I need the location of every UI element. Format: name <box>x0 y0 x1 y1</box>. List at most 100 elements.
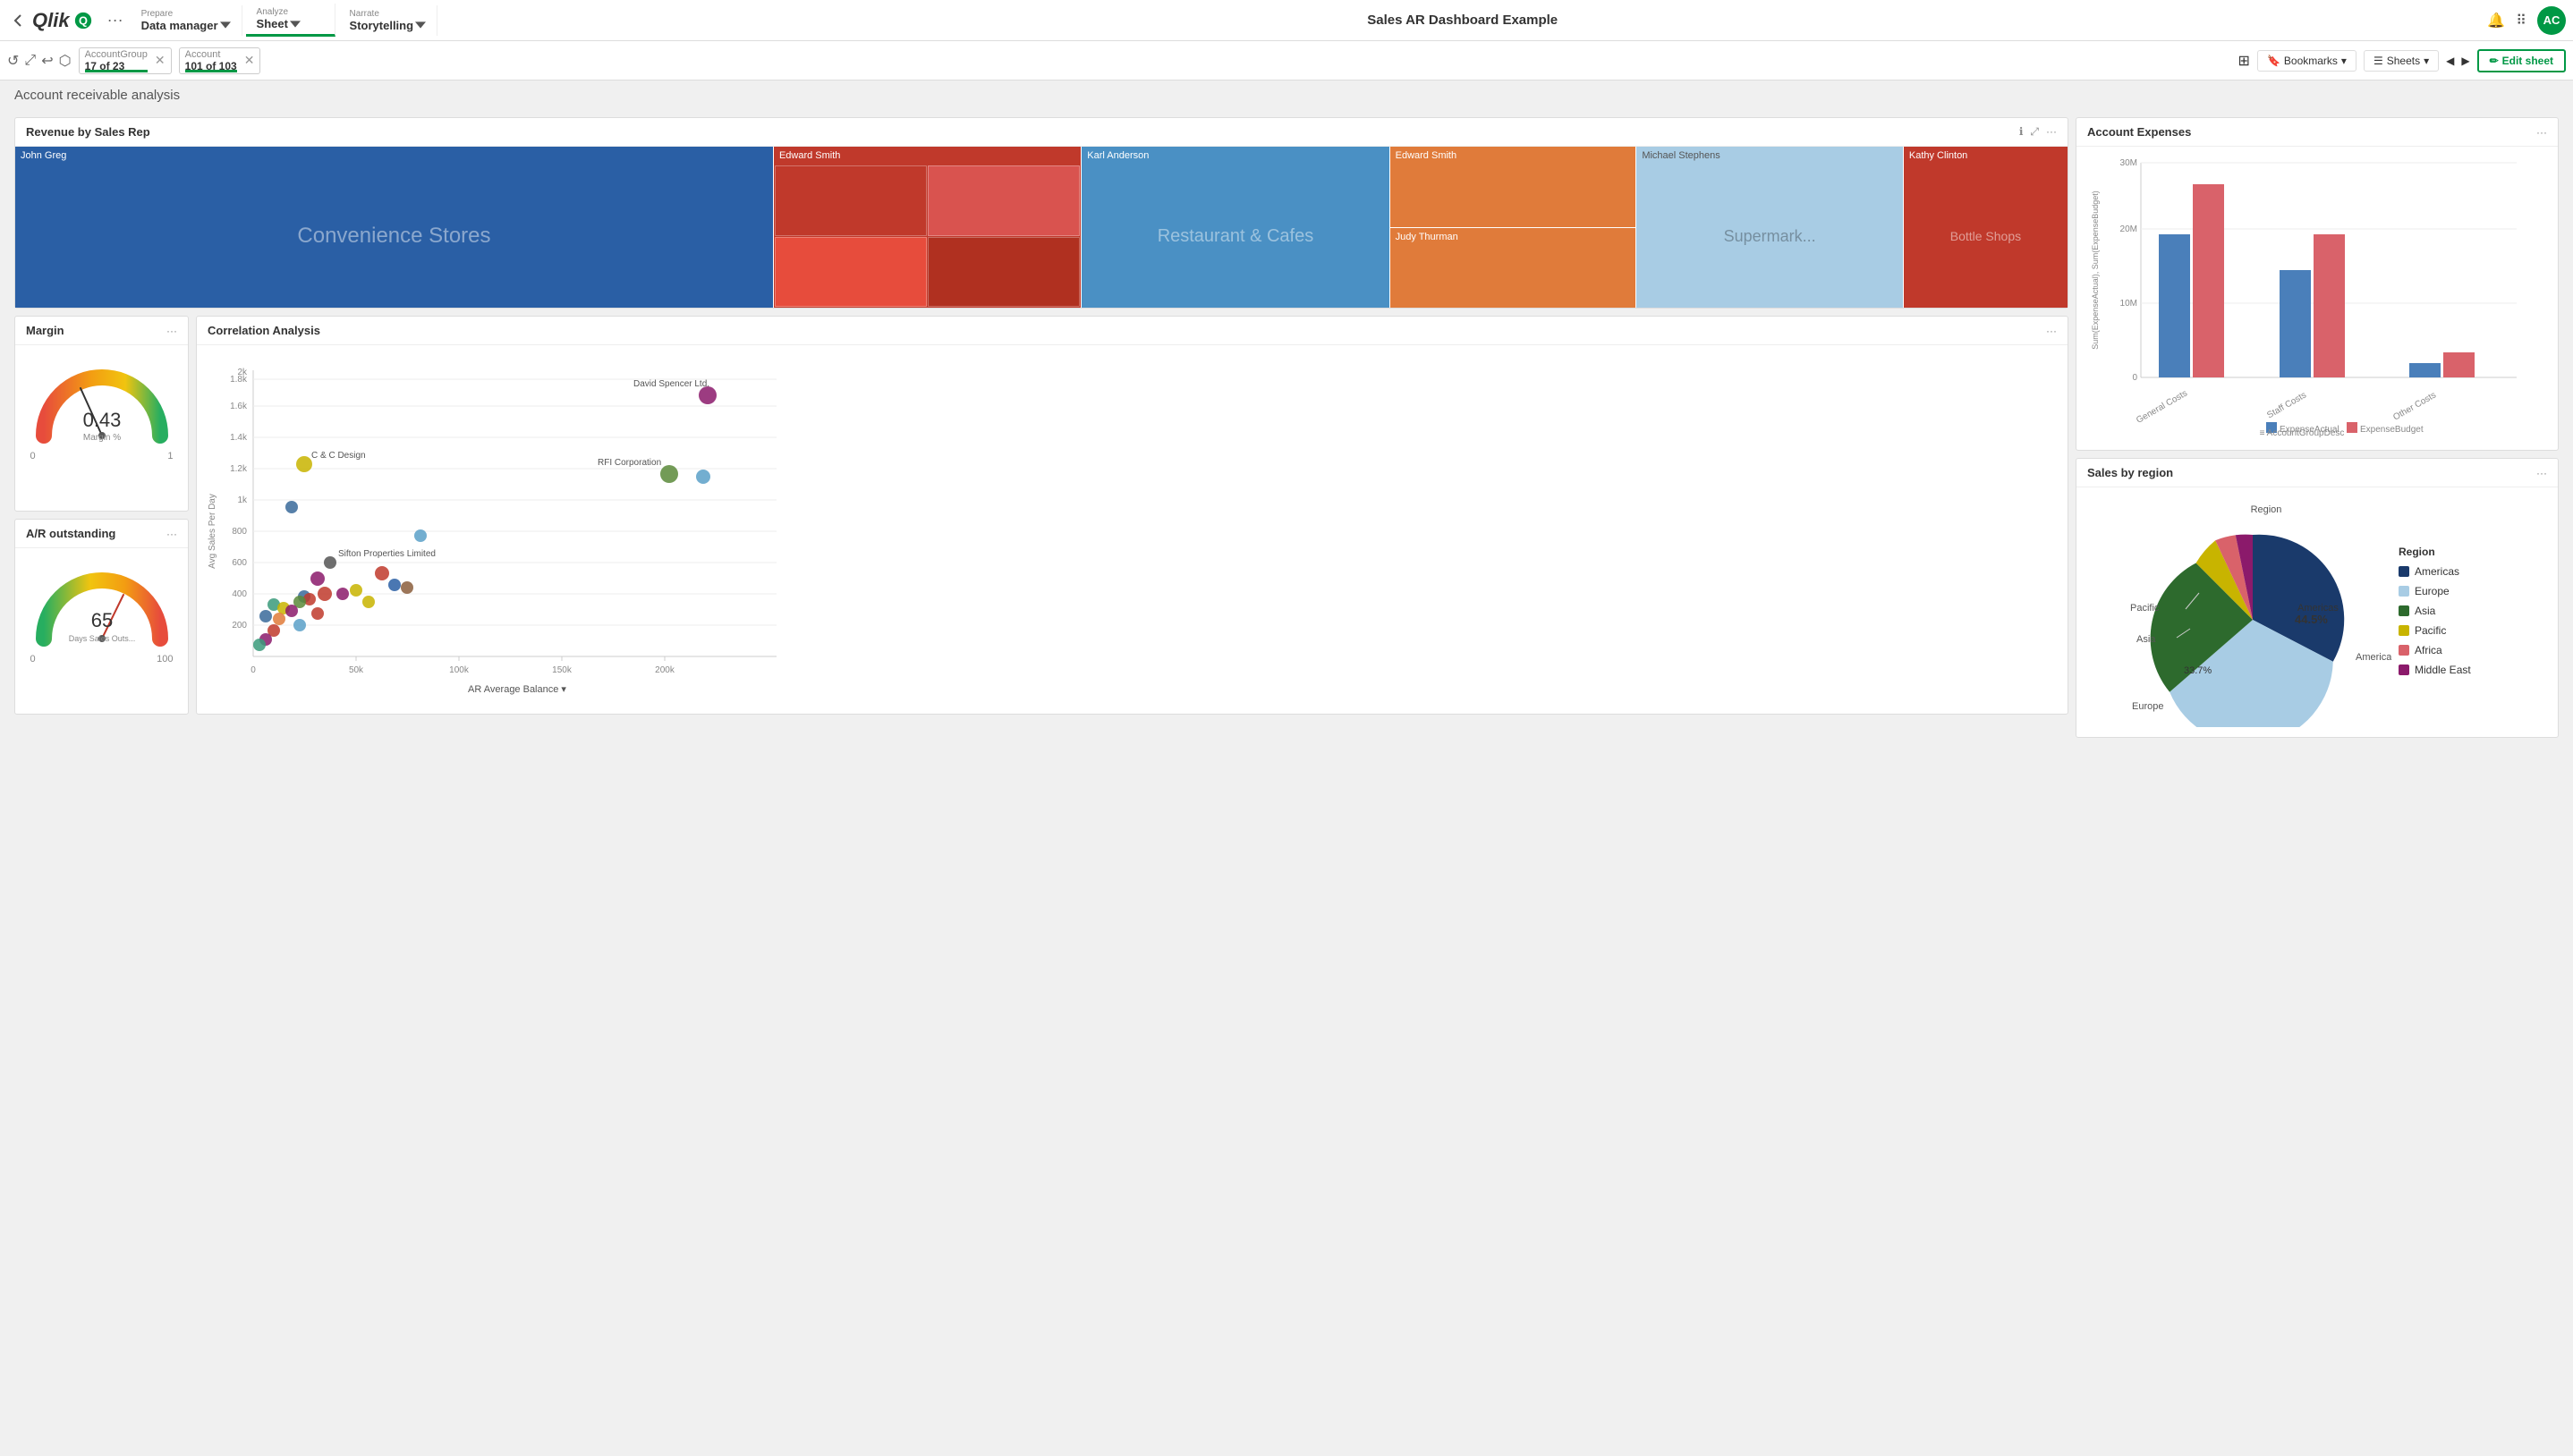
bar-other-budget[interactable] <box>2443 352 2475 377</box>
nav-next-icon[interactable]: ▶ <box>2461 55 2469 67</box>
svg-text:Staff Costs: Staff Costs <box>2265 390 2308 420</box>
fullscreen-icon[interactable]: ⤢ <box>2030 125 2039 139</box>
legend-pacific: Pacific <box>2399 624 2471 637</box>
svg-text:Q: Q <box>79 13 88 27</box>
account-filter-close[interactable]: ✕ <box>244 53 255 68</box>
top-navigation: Qlik Q ··· Prepare Data manager Analyze … <box>0 0 2573 41</box>
undo-icon[interactable]: ↩ <box>41 52 53 70</box>
svg-text:1.2k: 1.2k <box>230 464 248 474</box>
svg-text:1.4k: 1.4k <box>230 433 248 443</box>
svg-text:ExpenseBudget: ExpenseBudget <box>2360 425 2424 435</box>
treemap-segment-michael-stephens[interactable]: Michael Stephens Supermark... <box>1636 147 1904 308</box>
app-title: Sales AR Dashboard Example <box>441 13 2484 28</box>
svg-text:David Spencer Ltd.: David Spencer Ltd. <box>633 379 709 389</box>
svg-text:50k: 50k <box>349 665 364 675</box>
bell-icon[interactable]: 🔔 <box>2487 12 2505 30</box>
svg-text:800: 800 <box>232 527 247 537</box>
nav-icons-group: 🔔 ⠿ AC <box>2487 6 2566 35</box>
treemap-segment-kathy-clinton[interactable]: Kathy Clinton Bottle Shops <box>1904 147 2068 308</box>
correlation-panel-header: Correlation Analysis ··· <box>197 317 2068 345</box>
sales-region-content: Region <box>2076 487 2558 737</box>
scatter-svg: Avg Sales Per Day 200 400 600 800 <box>204 352 794 710</box>
account-filter[interactable]: Account 101 of 103 ✕ <box>179 47 261 74</box>
svg-text:600: 600 <box>232 558 247 568</box>
treemap-segment-karl-anderson[interactable]: Karl Anderson Restaurant & Cafes <box>1082 147 1389 308</box>
page-subtitle: Account receivable analysis <box>0 80 2573 110</box>
svg-text:33.7%: 33.7% <box>2184 665 2212 676</box>
bar-staff-actual[interactable] <box>2280 270 2311 377</box>
app-logo[interactable]: Qlik Q <box>7 9 93 32</box>
ar-panel-header: A/R outstanding ··· <box>15 520 188 548</box>
account-group-filter[interactable]: AccountGroup 17 of 23 ✕ <box>79 47 172 74</box>
bar-other-actual[interactable] <box>2409 363 2441 377</box>
expenses-bar-chart-svg: Sum(ExpenseActual), Sum(ExpenseBudget) 0… <box>2087 154 2543 440</box>
bar-general-actual[interactable] <box>2159 234 2190 377</box>
expand-icon[interactable]: ⤢ <box>24 53 36 69</box>
account-group-filter-close[interactable]: ✕ <box>155 53 166 68</box>
qlik-icon: Q <box>73 11 93 30</box>
ar-outstanding-panel: A/R outstanding ··· <box>14 519 189 715</box>
redo-icon[interactable]: ⬡ <box>59 52 72 70</box>
more-options-icon[interactable]: ··· <box>104 7 127 33</box>
pie-chart-svg: Region <box>2087 495 2391 727</box>
nav-analyze[interactable]: Analyze Sheet <box>246 4 335 37</box>
svg-text:RFI Corporation: RFI Corporation <box>598 458 661 468</box>
treemap-segment-edward-smith-1[interactable]: Edward Smith <box>774 147 1082 308</box>
info-icon[interactable]: ℹ <box>2019 125 2024 139</box>
revenue-panel-icons: ℹ ⤢ ··· <box>2019 125 2057 139</box>
margin-panel-header: Margin ··· <box>15 317 188 345</box>
svg-text:1k: 1k <box>237 495 248 505</box>
bookmarks-button[interactable]: 🔖 Bookmarks ▾ <box>2257 50 2356 72</box>
correlation-more-icon[interactable]: ··· <box>2046 325 2057 337</box>
nav-prepare[interactable]: Prepare Data manager <box>131 5 242 36</box>
svg-text:400: 400 <box>232 589 247 599</box>
sheets-button[interactable]: ☰ Sheets ▾ <box>2364 50 2439 72</box>
expenses-chart[interactable]: Sum(ExpenseActual), Sum(ExpenseBudget) 0… <box>2076 147 2558 450</box>
nav-narrate[interactable]: Narrate Storytelling <box>339 5 438 36</box>
bar-general-budget[interactable] <box>2193 184 2224 377</box>
svg-text:Margin %: Margin % <box>82 433 120 443</box>
scatter-plot[interactable]: Avg Sales Per Day 200 400 600 800 <box>197 345 2068 714</box>
svg-text:Sifton Properties Limited: Sifton Properties Limited <box>338 549 436 559</box>
svg-text:0: 0 <box>2132 373 2137 383</box>
sales-region-more-icon[interactable]: ··· <box>2536 467 2547 479</box>
margin-more-icon[interactable]: ··· <box>166 325 177 337</box>
correlation-panel: Correlation Analysis ··· Avg Sales Per D… <box>196 316 2068 715</box>
svg-text:150k: 150k <box>552 665 573 675</box>
legend-middle-east: Middle East <box>2399 664 2471 676</box>
refresh-icon[interactable]: ↺ <box>7 52 19 70</box>
sales-region-panel-header: Sales by region ··· <box>2076 459 2558 487</box>
svg-text:AR Average Balance ▾: AR Average Balance ▾ <box>468 684 566 695</box>
grid-icon[interactable]: ⠿ <box>2516 12 2526 30</box>
treemap-segment-orange[interactable]: Edward Smith Judy Thurman <box>1390 147 1637 308</box>
svg-text:C & C Design: C & C Design <box>311 451 366 461</box>
pie-legend: Region Americas Europe Asia <box>2399 546 2471 680</box>
svg-text:65: 65 <box>90 609 112 631</box>
nav-prev-icon[interactable]: ◀ <box>2446 55 2454 67</box>
filter-bar: ↺ ⤢ ↩ ⬡ AccountGroup 17 of 23 ✕ Account … <box>0 41 2573 80</box>
more-icon[interactable]: ··· <box>2046 125 2057 139</box>
treemap-segment-john-greg[interactable]: John Greg Convenience Stores <box>15 147 774 308</box>
svg-text:Region: Region <box>2251 504 2282 515</box>
legend-asia: Asia <box>2399 605 2471 617</box>
edit-sheet-button[interactable]: ✏ Edit sheet <box>2477 49 2566 72</box>
svg-text:100k: 100k <box>449 665 470 675</box>
svg-text:10M: 10M <box>2120 299 2137 309</box>
svg-text:0: 0 <box>251 665 256 675</box>
svg-text:Days Sales Outs...: Days Sales Outs... <box>68 634 135 643</box>
filter-tool-icons: ↺ ⤢ ↩ ⬡ <box>7 52 72 70</box>
treemap[interactable]: John Greg Convenience Stores Edward Smit… <box>15 147 2068 308</box>
ar-more-icon[interactable]: ··· <box>166 528 177 540</box>
grid-view-icon[interactable]: ⊞ <box>2238 52 2250 70</box>
svg-text:Asia: Asia <box>2136 634 2156 645</box>
qlik-logo-text: Qlik <box>32 9 70 32</box>
svg-text:44.5%: 44.5% <box>2295 613 2328 626</box>
expenses-more-icon[interactable]: ··· <box>2536 126 2547 139</box>
back-icon[interactable] <box>7 10 29 31</box>
bar-staff-budget[interactable] <box>2314 234 2345 377</box>
svg-text:200k: 200k <box>655 665 675 675</box>
pie-chart-container[interactable]: Region <box>2087 495 2391 730</box>
svg-text:200: 200 <box>232 621 247 631</box>
filter-right-controls: ⊞ 🔖 Bookmarks ▾ ☰ Sheets ▾ ◀ ▶ ✏ Edit sh… <box>2238 49 2566 72</box>
user-avatar[interactable]: AC <box>2537 6 2566 35</box>
